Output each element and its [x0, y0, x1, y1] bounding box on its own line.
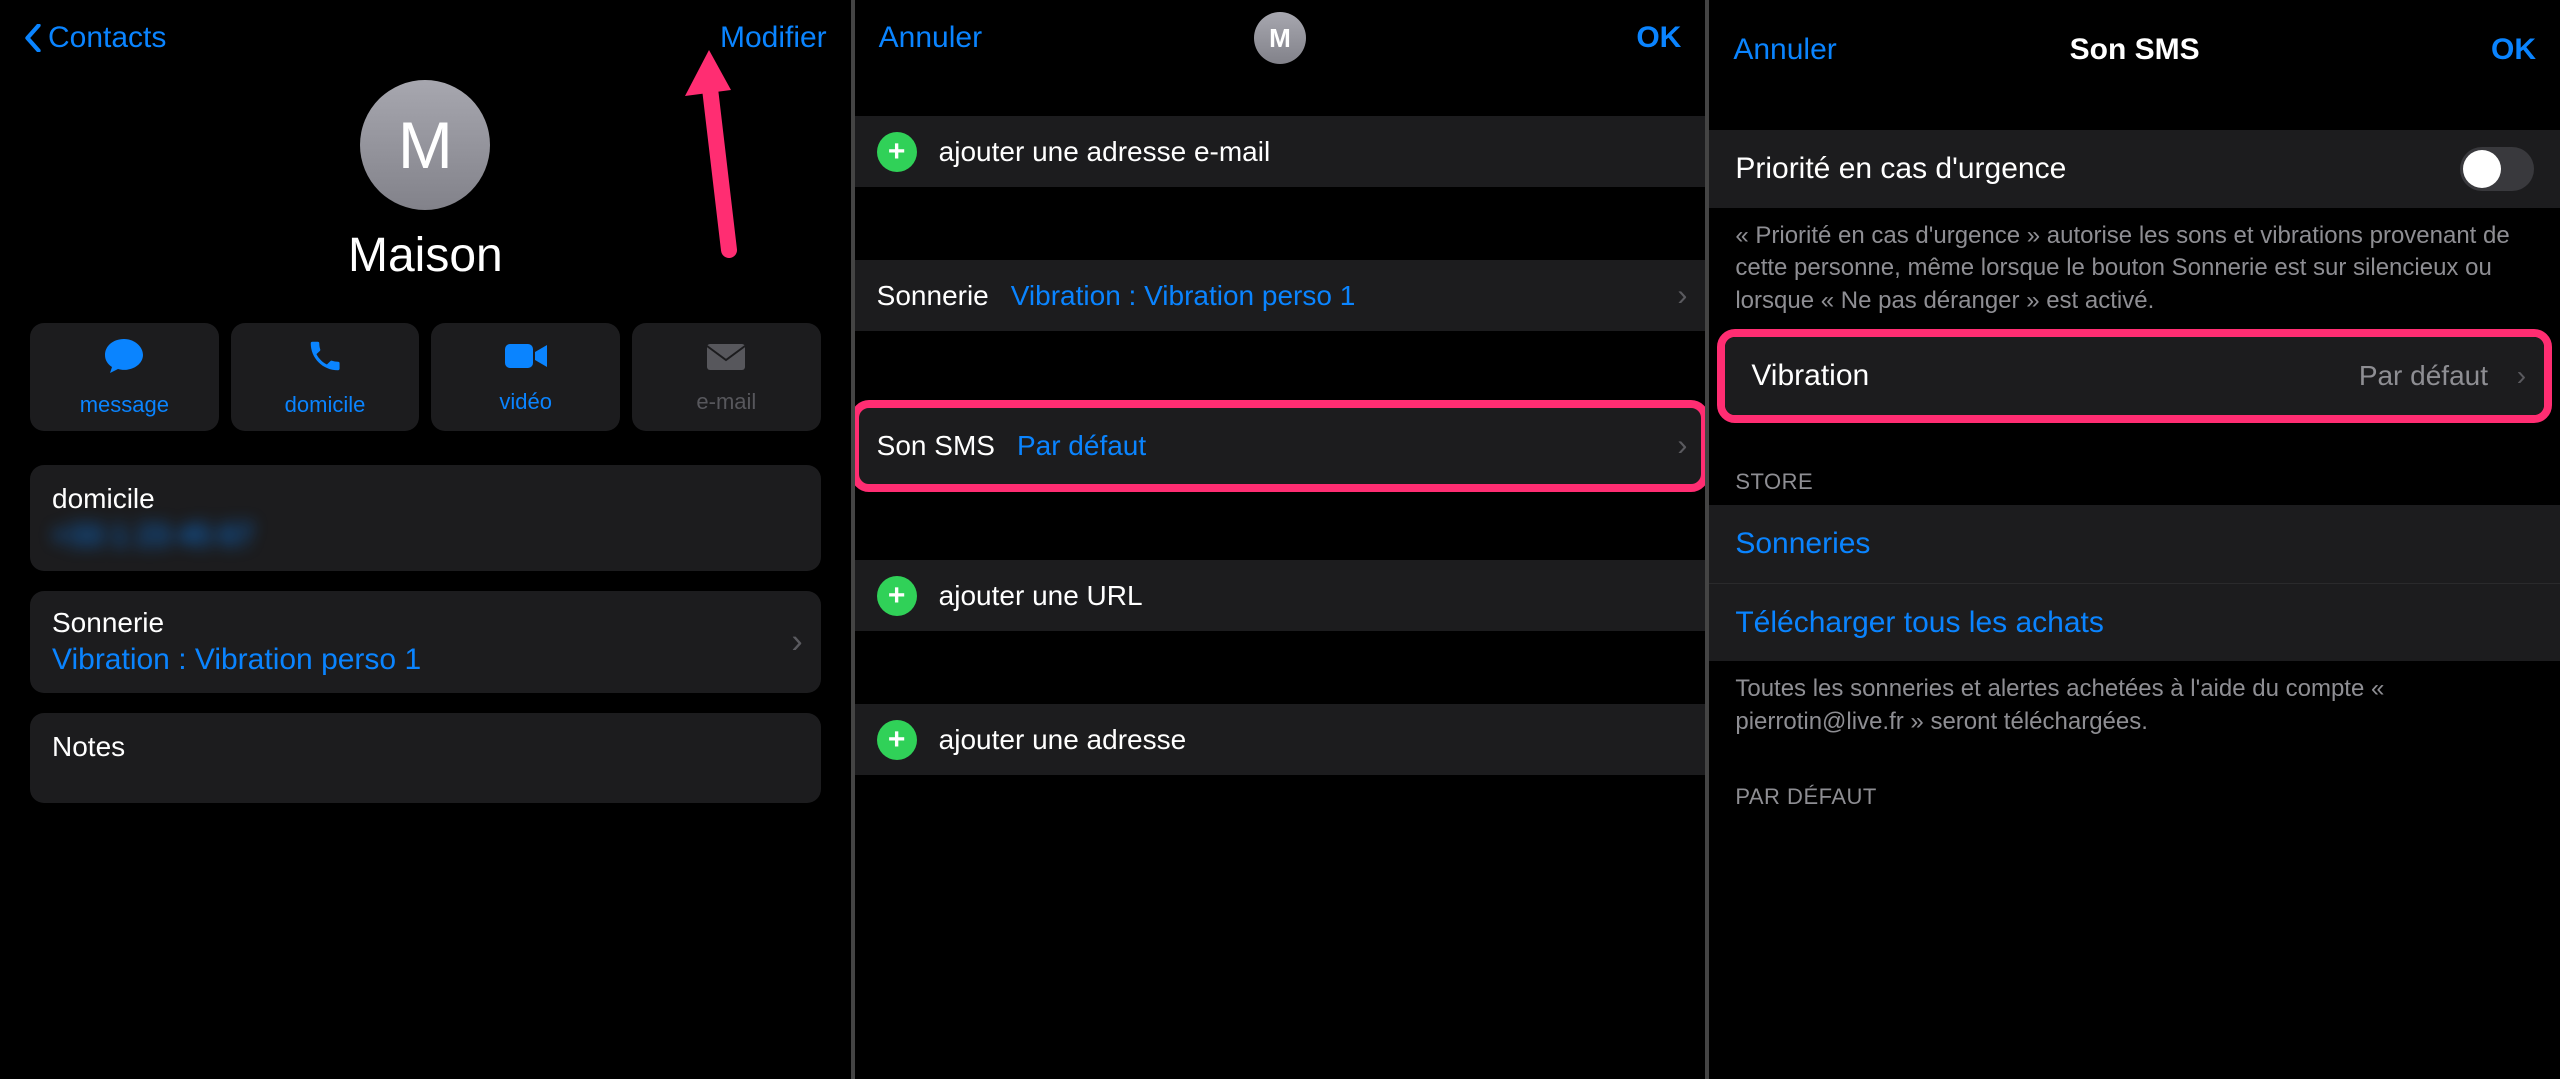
- ringtones-link[interactable]: Sonneries: [1709, 505, 2560, 583]
- notes-label: Notes: [52, 731, 799, 763]
- store-header: STORE: [1709, 431, 2560, 505]
- ringtone-card[interactable]: Sonnerie Vibration : Vibration perso 1 ›: [30, 591, 821, 693]
- chevron-right-icon: ›: [1677, 429, 1687, 463]
- nav-bar: Contacts Modifier: [0, 0, 851, 76]
- chevron-back-icon: [24, 24, 42, 52]
- ringtone-value: Vibration : Vibration perso 1: [52, 643, 799, 677]
- chevron-right-icon: ›: [1677, 279, 1687, 313]
- toggle-knob: [2463, 150, 2501, 188]
- cancel-button[interactable]: Annuler: [1733, 33, 1836, 67]
- back-button[interactable]: Contacts: [24, 21, 166, 55]
- avatar: M: [360, 80, 490, 210]
- notes-card[interactable]: Notes: [30, 713, 821, 803]
- priority-toggle[interactable]: [2460, 147, 2534, 191]
- contact-card-pane: Contacts Modifier M Maison message domic…: [0, 0, 851, 1079]
- video-icon: [503, 339, 549, 379]
- ringtone-row[interactable]: Sonnerie Vibration : Vibration perso 1 ›: [855, 260, 1706, 332]
- add-url-row[interactable]: + ajouter une URL: [855, 560, 1706, 632]
- action-buttons: message domicile vidéo e-mail: [0, 283, 851, 455]
- back-label: Contacts: [48, 21, 166, 55]
- plus-icon: +: [877, 132, 917, 172]
- cancel-button[interactable]: Annuler: [879, 21, 982, 55]
- add-email-row[interactable]: + ajouter une adresse e-mail: [855, 116, 1706, 188]
- email-button: e-mail: [632, 323, 821, 431]
- priority-note: « Priorité en cas d'urgence » autorise l…: [1709, 208, 2560, 325]
- ringtone-label: Sonnerie: [52, 607, 799, 639]
- nav-avatar-wrap: M: [855, 12, 1706, 64]
- phone-card[interactable]: domicile +33 1 23 45 67: [30, 465, 821, 571]
- plus-icon: +: [877, 720, 917, 760]
- phone-field-label: domicile: [52, 483, 799, 515]
- nav-bar: Annuler Son SMS OK: [1709, 0, 2560, 100]
- emergency-priority-row[interactable]: Priorité en cas d'urgence: [1709, 130, 2560, 208]
- add-address-row[interactable]: + ajouter une adresse: [855, 704, 1706, 776]
- download-note: Toutes les sonneries et alertes achetées…: [1709, 661, 2560, 746]
- vibration-row[interactable]: Vibration Par défaut ›: [1725, 337, 2544, 415]
- contact-name: Maison: [0, 228, 851, 283]
- edit-button[interactable]: Modifier: [720, 21, 827, 55]
- edit-list: + ajouter une adresse e-mail Sonnerie Vi…: [855, 76, 1706, 1079]
- call-button[interactable]: domicile: [231, 323, 420, 431]
- nav-bar: Annuler M OK: [855, 0, 1706, 76]
- sms-sound-row[interactable]: Son SMS Par défaut ›: [855, 404, 1706, 488]
- ok-button[interactable]: OK: [1636, 21, 1681, 55]
- avatar: M: [1254, 12, 1306, 64]
- plus-icon: +: [877, 576, 917, 616]
- chevron-right-icon: ›: [791, 623, 802, 662]
- default-header: PAR DÉFAUT: [1709, 746, 2560, 820]
- settings-list: Priorité en cas d'urgence « Priorité en …: [1709, 100, 2560, 1079]
- phone-number: +33 1 23 45 67: [52, 519, 253, 553]
- chevron-right-icon: ›: [2517, 360, 2526, 392]
- sms-sound-pane: Annuler Son SMS OK Priorité en cas d'urg…: [1709, 0, 2560, 1079]
- phone-icon: [306, 337, 344, 382]
- edit-contact-pane: Annuler M OK + ajouter une adresse e-mai…: [855, 0, 1706, 1079]
- message-icon: [103, 337, 145, 382]
- download-all-link[interactable]: Télécharger tous les achats: [1709, 583, 2560, 661]
- vibration-highlight: Vibration Par défaut ›: [1717, 329, 2552, 423]
- mail-icon: [705, 339, 747, 379]
- message-button[interactable]: message: [30, 323, 219, 431]
- vibration-value: Par défaut: [2359, 360, 2488, 392]
- video-button[interactable]: vidéo: [431, 323, 620, 431]
- ok-button[interactable]: OK: [2491, 33, 2536, 67]
